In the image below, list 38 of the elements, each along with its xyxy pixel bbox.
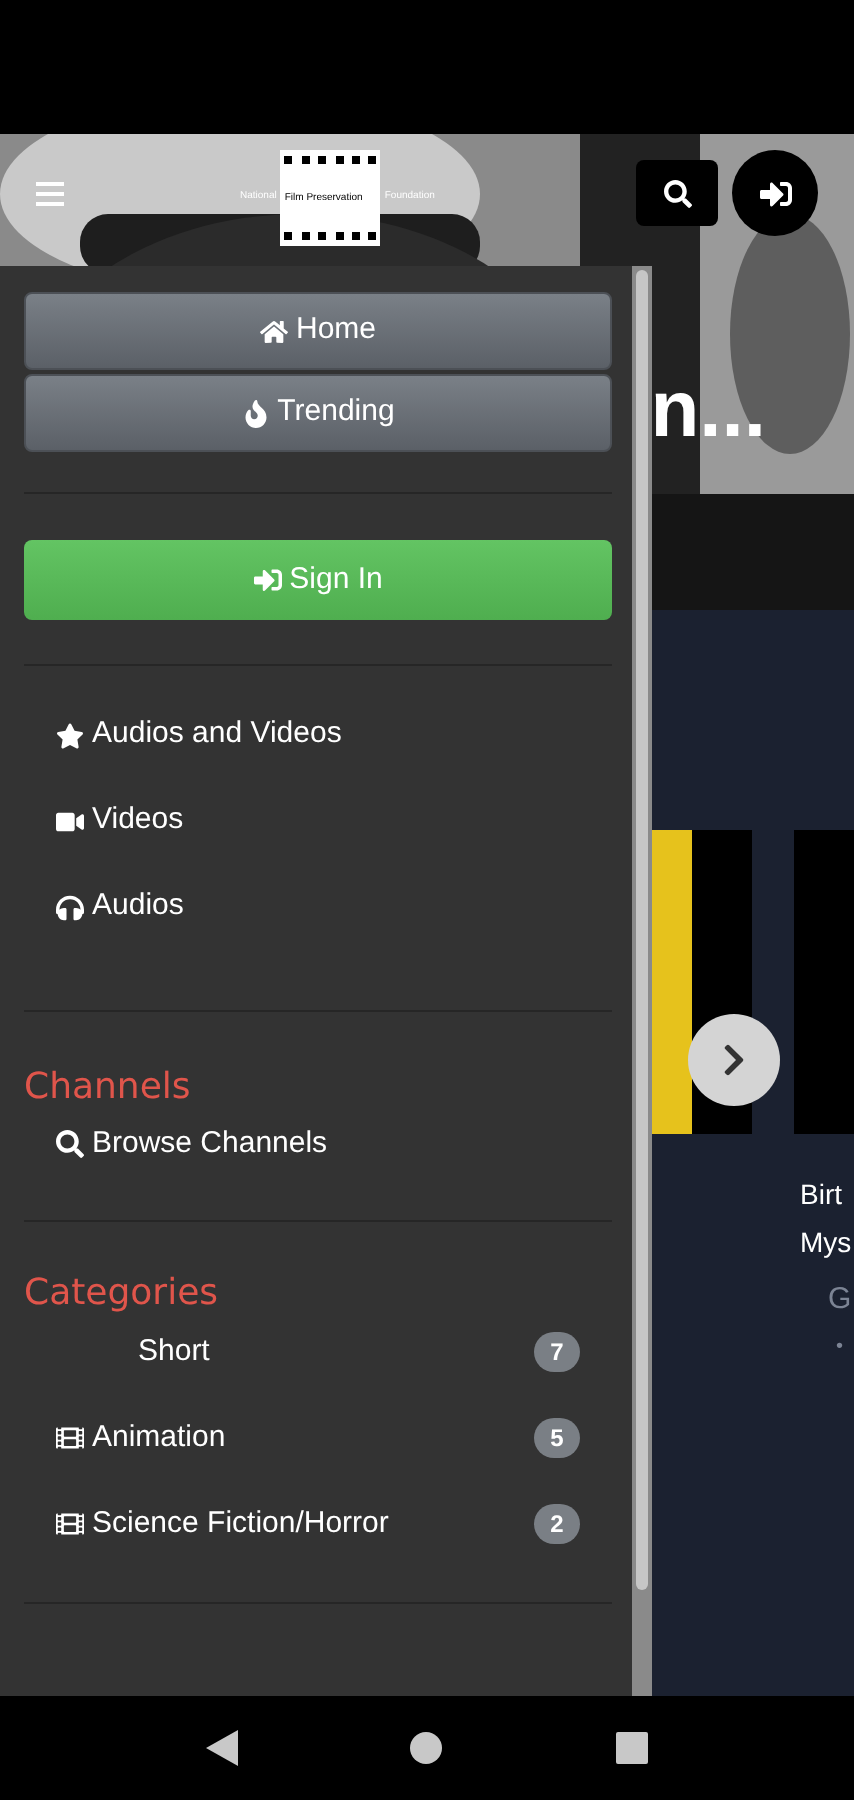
search-icon: [663, 179, 691, 207]
recents-icon[interactable]: [615, 1732, 648, 1764]
flame-icon: [241, 399, 270, 427]
card-title: Mys: [800, 1224, 854, 1262]
back-icon[interactable]: [206, 1730, 239, 1766]
star-icon: [56, 721, 84, 749]
media-link[interactable]: Audios and Videos: [56, 712, 612, 758]
film-icon: [56, 1424, 84, 1452]
count-badge: 7: [534, 1332, 580, 1372]
search-button[interactable]: [636, 160, 718, 226]
category-link[interactable]: Short 7: [24, 1330, 612, 1374]
category-link[interactable]: Animation 5: [24, 1416, 612, 1460]
media-link[interactable]: Videos: [56, 798, 612, 844]
count-badge: 5: [534, 1418, 580, 1458]
hero-title: n...: [650, 370, 766, 450]
card-dot: •: [834, 1333, 846, 1361]
category-label: Animation: [92, 1417, 226, 1458]
card-meta: G: [826, 1280, 854, 1320]
sign-in-icon: [759, 177, 791, 209]
category-label: Science Fiction/Horror: [92, 1503, 389, 1544]
search-icon: [56, 1130, 84, 1158]
count-badge: 2: [534, 1504, 580, 1544]
nav-button[interactable]: Home: [24, 292, 612, 370]
media-link[interactable]: Audios: [56, 884, 612, 930]
video-camera-icon: [56, 807, 84, 835]
category-label: Short: [138, 1331, 210, 1372]
channel-link[interactable]: Browse Channels: [56, 1122, 612, 1166]
home-circle-icon[interactable]: [410, 1732, 443, 1764]
category-link[interactable]: Science Fiction/Horror 2: [24, 1502, 612, 1546]
section-heading: Categories: [24, 1270, 221, 1318]
home-icon: [259, 317, 288, 345]
sign-in-icon: [253, 566, 282, 594]
headphones-icon: [56, 893, 84, 921]
film-icon: [56, 1510, 84, 1538]
scrollbar[interactable]: [632, 266, 652, 1696]
nav-button[interactable]: Trending: [24, 374, 612, 452]
section-heading: Channels: [24, 1064, 193, 1112]
card-title: Birt: [800, 1176, 844, 1214]
